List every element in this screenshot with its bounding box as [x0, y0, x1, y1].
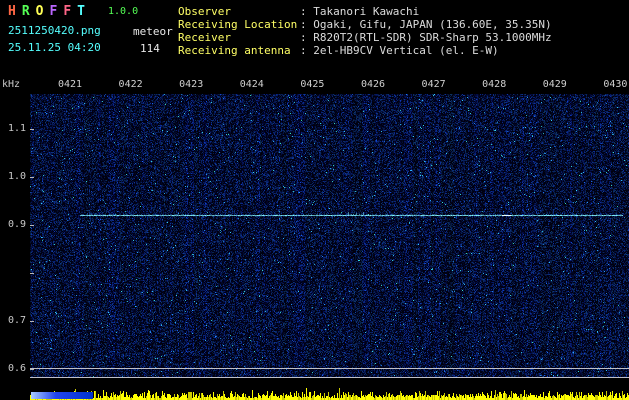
freq-axis-tick — [30, 273, 34, 274]
time-axis-label: 0430 — [603, 79, 628, 90]
time-axis-label: 0428 — [482, 79, 507, 90]
color-scale-legend — [31, 392, 93, 399]
spectrogram-strip-canvas — [30, 369, 629, 377]
freq-axis-label: 0.9 — [7, 219, 26, 230]
freq-axis-tick — [30, 177, 34, 178]
info-value-receiver: : R820T2(RTL-SDR) SDR-Sharp 53.1000MHz — [300, 31, 552, 44]
freq-axis-label: 0.6 — [7, 363, 26, 374]
title-letter: T — [77, 4, 85, 19]
freq-axis-tick — [30, 225, 34, 226]
info-row-receiver: Receiver : R820T2(RTL-SDR) SDR-Sharp 53.… — [178, 31, 552, 44]
time-axis-label: 0424 — [239, 79, 264, 90]
info-row-observer: Observer : Takanori Kawachi — [178, 5, 552, 18]
spectrogram-canvas — [30, 94, 629, 368]
freq-axis-tick — [30, 369, 34, 370]
freq-axis-label: 1.0 — [7, 171, 26, 182]
freq-axis-tick — [30, 129, 34, 130]
info-value-observer: : Takanori Kawachi — [300, 5, 420, 18]
time-axis-label: 0422 — [118, 79, 143, 90]
observation-info: Observer : Takanori Kawachi Receiving Lo… — [178, 5, 552, 57]
time-axis: 0421 0422 0423 0424 0425 0426 0427 0428 0429 0430 — [0, 79, 629, 91]
hrofft-window: HROFFT 1.0.0 2511250420.png meteor 25.11… — [0, 0, 629, 400]
echo-count: 114 — [140, 42, 160, 55]
info-row-antenna: Receiving antenna : 2el-HB9CV Vertical (… — [178, 44, 552, 57]
info-label-observer: Observer — [178, 5, 231, 18]
info-value-location: : Ogaki, Gifu, JAPAN (136.60E, 35.35N) — [300, 18, 552, 31]
title-letter: F — [63, 4, 72, 19]
freq-axis-label: 1.1 — [7, 123, 26, 134]
time-axis-label: 0427 — [421, 79, 446, 90]
freq-axis: 1.1 1.0 0.9 0.7 0.6 — [0, 0, 26, 400]
time-axis-label: 0426 — [360, 79, 386, 90]
mode-label: meteor — [133, 25, 173, 38]
freq-axis-label: 0.7 — [7, 315, 26, 326]
info-value-antenna: : 2el-HB9CV Vertical (el. E-W) — [300, 44, 499, 57]
title-letter: F — [49, 4, 58, 19]
info-row-location: Receiving Location : Ogaki, Gifu, JAPAN … — [178, 18, 552, 31]
app-version: 1.0.0 — [108, 6, 139, 17]
title-letter: O — [35, 4, 44, 19]
freq-axis-tick — [30, 321, 34, 322]
info-label-receiver: Receiver — [178, 31, 231, 44]
plot-divider-line-lower — [30, 377, 629, 378]
info-label-antenna: Receiving antenna — [178, 44, 291, 57]
time-axis-label: 0421 — [57, 79, 83, 90]
time-axis-label: 0425 — [300, 79, 325, 90]
signal-level-canvas — [30, 384, 629, 400]
time-axis-label: 0429 — [542, 79, 567, 90]
info-label-location: Receiving Location — [178, 18, 298, 31]
time-axis-label: 0423 — [179, 79, 204, 90]
